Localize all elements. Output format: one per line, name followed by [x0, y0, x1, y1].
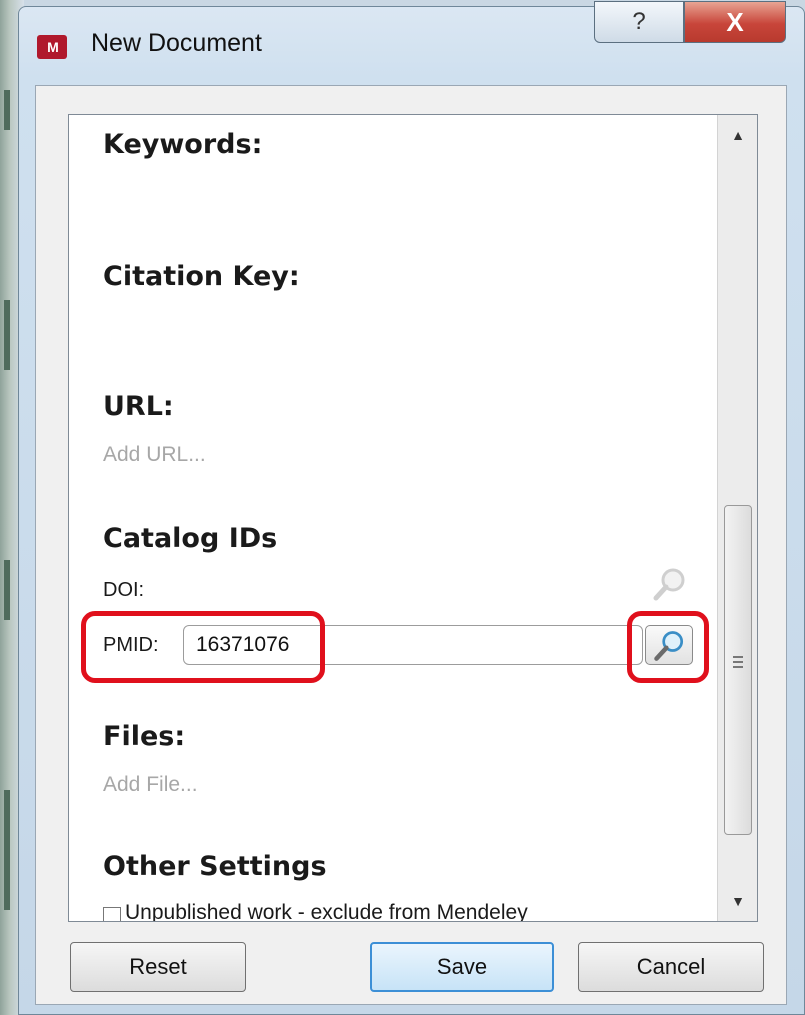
- scroll-up-arrow-icon[interactable]: ▲: [718, 115, 757, 155]
- new-document-dialog: M New Document ? X Keywords: Citation Ke…: [18, 1, 805, 1015]
- close-button[interactable]: X: [684, 1, 786, 43]
- lookup-highlight-annotation: [627, 611, 709, 683]
- desktop-mark: [4, 90, 10, 130]
- close-icon: X: [726, 6, 744, 37]
- citation-key-heading: Citation Key:: [103, 261, 300, 292]
- desktop-mark: [4, 300, 10, 370]
- reset-button[interactable]: Reset: [70, 942, 246, 992]
- scroll-thumb[interactable]: [724, 505, 752, 835]
- grip-icon: [733, 656, 743, 671]
- scroll-down-arrow-icon[interactable]: ▼: [718, 881, 757, 921]
- url-heading: URL:: [103, 391, 174, 422]
- app-logo: M: [37, 35, 67, 59]
- catalog-ids-heading: Catalog IDs: [103, 523, 278, 554]
- cancel-button[interactable]: Cancel: [578, 942, 764, 992]
- vertical-scrollbar[interactable]: ▲ ▼: [717, 115, 757, 921]
- title-bar[interactable]: M New Document ? X: [19, 1, 804, 83]
- unpublished-checkbox[interactable]: [103, 907, 121, 921]
- add-file-link[interactable]: Add File...: [103, 773, 198, 797]
- keywords-heading: Keywords:: [103, 129, 263, 160]
- help-icon: ?: [632, 8, 646, 35]
- details-scroll-panel[interactable]: Keywords: Citation Key: URL: Add URL... …: [68, 114, 758, 922]
- help-button[interactable]: ?: [594, 1, 684, 43]
- desktop-mark: [4, 560, 10, 620]
- window-title: New Document: [91, 29, 262, 57]
- pmid-highlight-annotation: [81, 611, 325, 683]
- save-button[interactable]: Save: [370, 942, 554, 992]
- other-settings-heading: Other Settings: [103, 851, 327, 882]
- doi-lookup-magnifier-icon[interactable]: [651, 565, 691, 605]
- desktop-mark: [4, 790, 10, 910]
- unpublished-label: Unpublished work - exclude from Mendeley: [125, 901, 528, 922]
- doi-label: DOI:: [103, 579, 145, 601]
- dialog-body: Keywords: Citation Key: URL: Add URL... …: [35, 85, 787, 1005]
- files-heading: Files:: [103, 721, 186, 752]
- details-content: Keywords: Citation Key: URL: Add URL... …: [69, 115, 719, 921]
- add-url-link[interactable]: Add URL...: [103, 443, 206, 467]
